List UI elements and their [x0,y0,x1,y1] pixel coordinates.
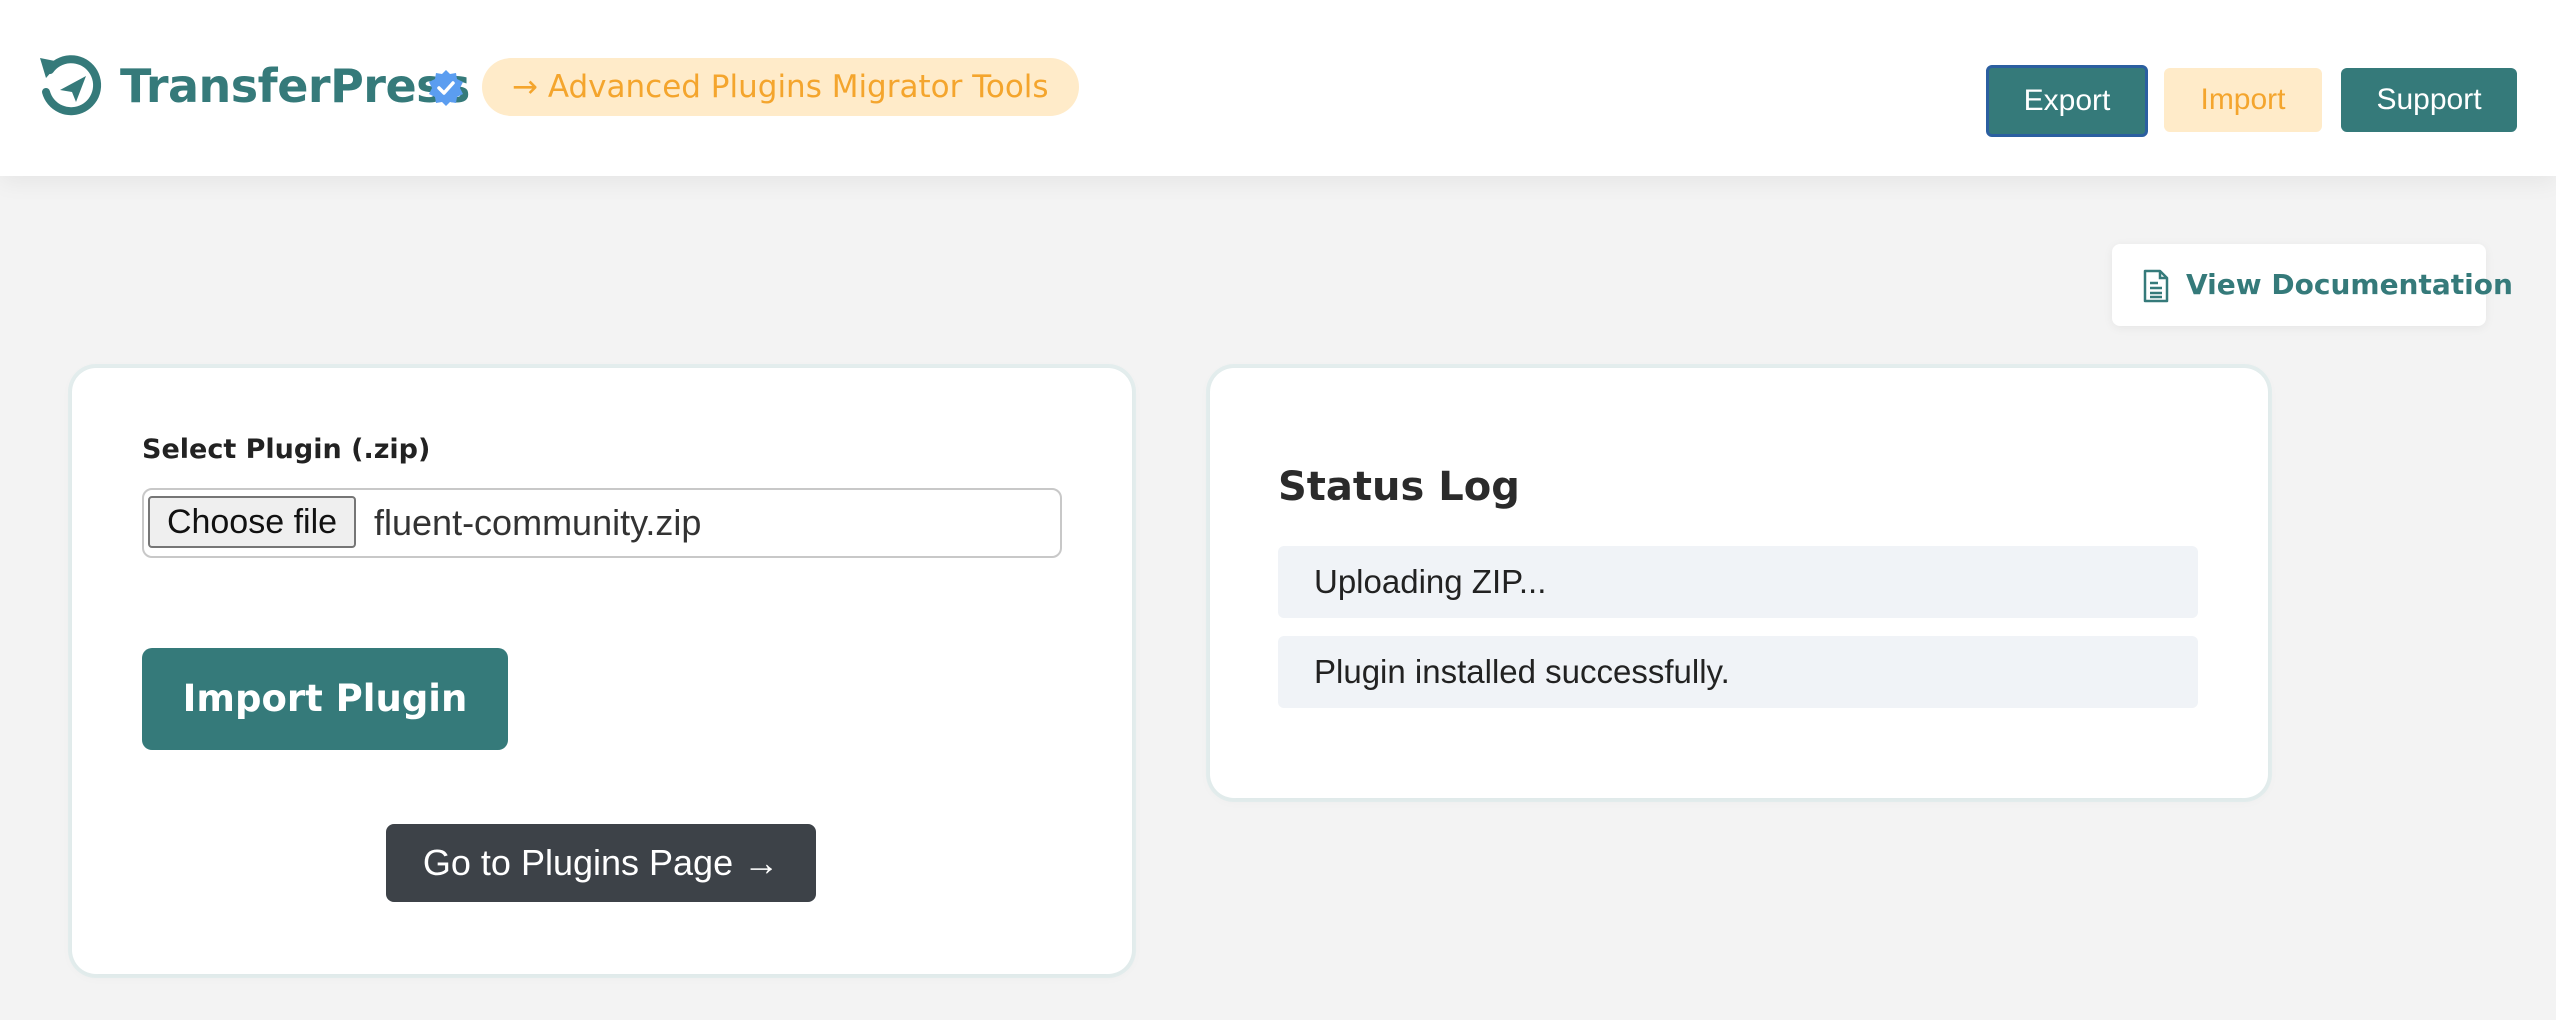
import-button[interactable]: Import [2164,68,2322,132]
verified-badge-icon [429,70,463,106]
top-header: TransferPress → Advanced Plugins Migrato… [0,0,2556,176]
export-button[interactable]: Export [1986,65,2148,137]
brand-name[interactable]: TransferPress [120,56,470,116]
status-log-card: Status Log Uploading ZIP... Plugin insta… [1210,368,2268,798]
refresh-send-icon[interactable] [36,50,106,120]
select-plugin-label: Select Plugin (.zip) [142,434,431,465]
selected-file-name: fluent-community.zip [374,502,702,543]
plugin-file-input[interactable]: Choose file fluent-community.zip [142,488,1062,558]
import-plugin-button[interactable]: Import Plugin [142,648,508,750]
support-button[interactable]: Support [2341,68,2517,132]
tagline-badge: → Advanced Plugins Migrator Tools [482,58,1079,116]
status-log-item: Plugin installed successfully. [1278,636,2198,708]
import-plugin-card: Select Plugin (.zip) Choose file fluent-… [72,368,1132,974]
status-log-title: Status Log [1278,464,1520,510]
go-to-plugins-page-button[interactable]: Go to Plugins Page → [386,824,816,902]
choose-file-button[interactable]: Choose file [148,496,356,548]
view-documentation-label: View Documentation [2186,268,2513,301]
view-documentation-button[interactable]: View Documentation [2112,244,2513,326]
status-log-item: Uploading ZIP... [1278,546,2198,618]
document-icon [2143,269,2169,303]
